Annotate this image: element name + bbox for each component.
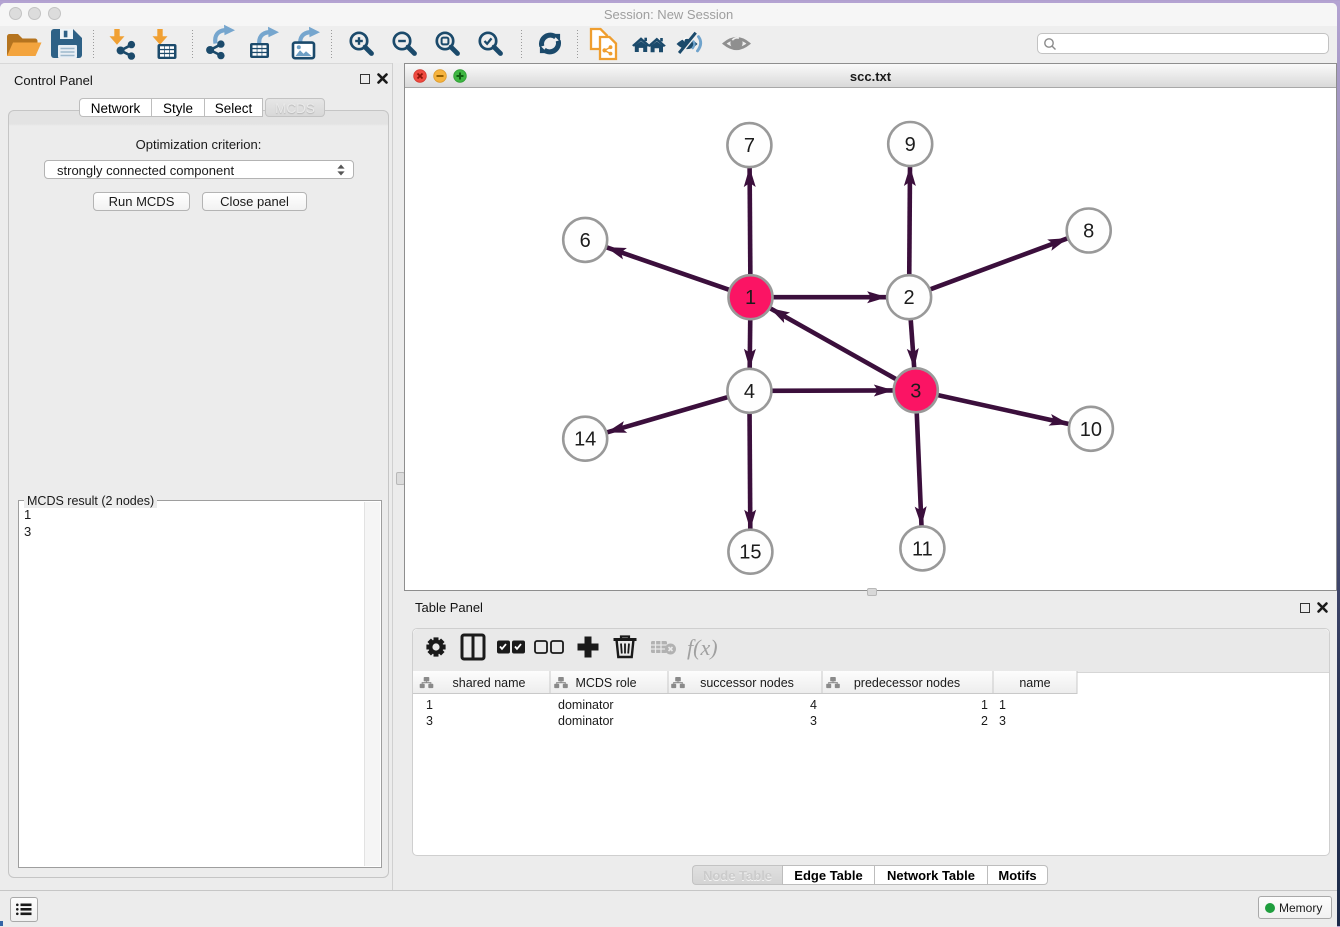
- svg-text:3: 3: [910, 380, 921, 402]
- svg-text:1: 1: [426, 698, 433, 712]
- svg-text:f(x): f(x): [687, 635, 718, 660]
- svg-text:8: 8: [1083, 221, 1094, 243]
- svg-text:3: 3: [999, 714, 1006, 728]
- svg-text:predecessor nodes: predecessor nodes: [854, 676, 960, 690]
- svg-text:3: 3: [810, 714, 817, 728]
- svg-text:7: 7: [744, 135, 755, 157]
- svg-text:4: 4: [744, 381, 755, 403]
- svg-text:15: 15: [739, 542, 761, 564]
- svg-text:successor nodes: successor nodes: [700, 676, 794, 690]
- svg-text:9: 9: [905, 134, 916, 156]
- svg-text:11: 11: [912, 538, 933, 560]
- svg-text:10: 10: [1080, 419, 1102, 441]
- svg-text:1: 1: [999, 698, 1006, 712]
- svg-text:4: 4: [810, 698, 817, 712]
- svg-text:1: 1: [981, 698, 988, 712]
- svg-text:shared name: shared name: [453, 676, 526, 690]
- svg-text:dominator: dominator: [558, 698, 614, 712]
- svg-text:MCDS role: MCDS role: [575, 676, 636, 690]
- svg-text:dominator: dominator: [558, 714, 614, 728]
- svg-text:2: 2: [904, 287, 915, 309]
- svg-text:name: name: [1019, 676, 1050, 690]
- svg-text:1: 1: [745, 287, 756, 309]
- svg-text:6: 6: [580, 230, 591, 252]
- svg-text:3: 3: [426, 714, 433, 728]
- svg-text:14: 14: [574, 429, 596, 451]
- svg-text:2: 2: [981, 714, 988, 728]
